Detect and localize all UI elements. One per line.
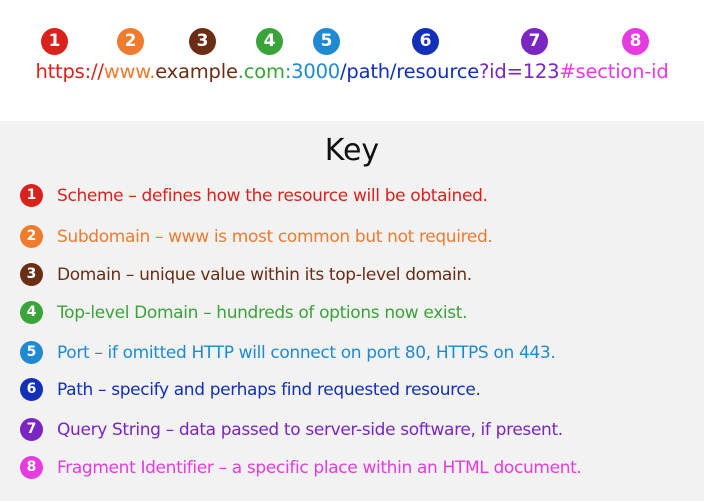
url-subdomain: www. — [103, 60, 156, 83]
key-item-text: Port – if omitted HTTP will connect on p… — [57, 343, 556, 363]
key-item-text: Subdomain – www is most common but not r… — [57, 227, 493, 247]
url-part-badges: 1 2 3 4 5 6 7 8 — [0, 28, 704, 56]
key-item-text: Fragment Identifier – a specific place w… — [57, 458, 582, 478]
url-path: /path/resource — [340, 60, 480, 83]
url-port: :3000 — [284, 60, 341, 83]
key-number-badge: 6 — [20, 378, 43, 401]
badge-path: 6 — [412, 28, 439, 55]
key-item-text: Domain – unique value within its top-lev… — [57, 265, 472, 285]
url-query: ?id=123 — [479, 60, 560, 83]
key-number-badge: 8 — [20, 456, 43, 479]
example-url: https://www.example.com:3000/path/resour… — [0, 60, 704, 83]
key-item-text: Scheme – defines how the resource will b… — [57, 186, 488, 206]
badge-domain: 3 — [189, 28, 216, 55]
key-panel: Key 1 Scheme – defines how the resource … — [0, 121, 704, 501]
key-list: 1 Scheme – defines how the resource will… — [0, 121, 704, 501]
url-diagram: 1 2 3 4 5 6 7 8 https://www.example.com:… — [0, 0, 704, 121]
key-number-badge: 3 — [20, 263, 43, 286]
badge-fragment: 8 — [622, 28, 649, 55]
url-domain: example — [155, 60, 238, 83]
badge-query: 7 — [521, 28, 548, 55]
key-item-text: Top-level Domain – hundreds of options n… — [57, 303, 468, 323]
key-number-badge: 4 — [20, 301, 43, 324]
badge-subdomain: 2 — [117, 28, 144, 55]
key-number-badge: 7 — [20, 418, 43, 441]
key-number-badge: 5 — [20, 341, 43, 364]
key-item-text: Path – specify and perhaps find requeste… — [57, 380, 481, 400]
badge-port: 5 — [313, 28, 340, 55]
key-number-badge: 2 — [20, 225, 43, 248]
url-scheme: https:// — [35, 60, 104, 83]
url-tld: .com — [237, 60, 285, 83]
key-item-text: Query String – data passed to server-sid… — [57, 420, 563, 440]
badge-scheme: 1 — [41, 28, 68, 55]
url-fragment: #section-id — [559, 60, 669, 83]
key-number-badge: 1 — [20, 184, 43, 207]
badge-tld: 4 — [256, 28, 283, 55]
